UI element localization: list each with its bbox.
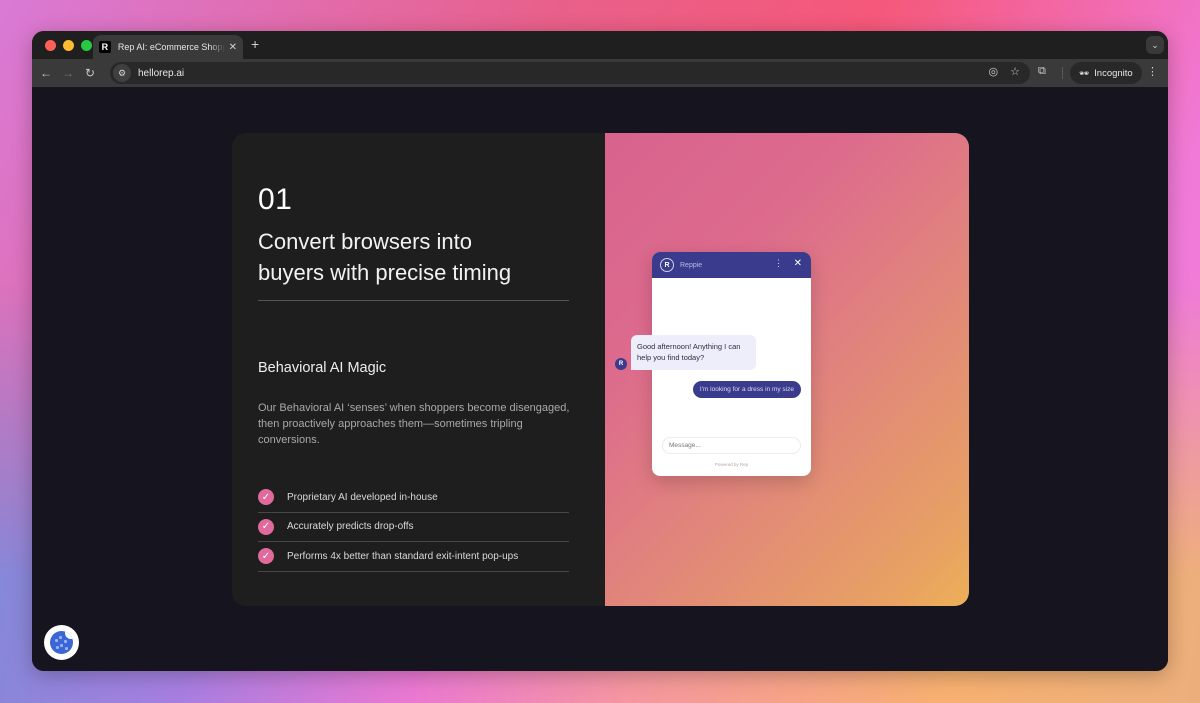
more-options-icon[interactable]: ⋮ bbox=[774, 258, 783, 269]
maximize-window-button[interactable] bbox=[81, 39, 92, 51]
close-window-button[interactable] bbox=[45, 39, 56, 51]
tab-search-button[interactable]: ⌄ bbox=[1146, 36, 1164, 54]
check-icon: ✓ bbox=[258, 548, 274, 565]
feature-headline: Convert browsers into buyers with precis… bbox=[258, 226, 569, 288]
browser-menu-icon[interactable]: ⋮ bbox=[1147, 65, 1158, 78]
feature-list: ✓ Proprietary AI developed in-house ✓ Ac… bbox=[258, 483, 569, 572]
chat-close-icon[interactable]: ✕ bbox=[794, 258, 802, 269]
address-bar-actions: ◎ ☆ bbox=[989, 65, 1020, 78]
url-text[interactable]: hellorep.ai bbox=[138, 68, 184, 79]
forward-button[interactable]: → bbox=[57, 66, 79, 80]
feature-subheading: Behavioral AI Magic bbox=[258, 360, 387, 376]
feature-label: Proprietary AI developed in-house bbox=[287, 491, 438, 503]
toolbar-divider bbox=[1062, 67, 1063, 79]
reload-button[interactable]: ↻ bbox=[79, 66, 101, 80]
cookie-icon bbox=[50, 631, 73, 654]
rep-favicon-icon: R bbox=[99, 41, 111, 53]
cookie-settings-button[interactable] bbox=[44, 625, 79, 660]
minimize-window-button[interactable] bbox=[63, 39, 74, 51]
chat-widget: R Reppie ⋮ ✕ R Good afternoon! Anything … bbox=[615, 252, 811, 476]
headline-line-1: Convert browsers into bbox=[258, 229, 472, 254]
user-message: I'm looking for a dress in my size bbox=[692, 381, 801, 398]
tab-close-icon[interactable]: ✕ bbox=[229, 42, 237, 53]
bot-avatar-icon: R bbox=[615, 358, 627, 370]
message-input[interactable] bbox=[662, 437, 801, 454]
bookmark-star-icon[interactable]: ☆ bbox=[1010, 65, 1020, 78]
tab-bar: R Rep AI: eCommerce Shopping Assistant ✕… bbox=[32, 31, 1168, 59]
address-bar[interactable]: ⚙ hellorep.ai ◎ ☆ bbox=[110, 62, 1030, 84]
site-info-icon[interactable]: ⚙ bbox=[113, 64, 131, 82]
check-icon: ✓ bbox=[258, 489, 274, 506]
browser-toolbar: ← → ↻ ⚙ hellorep.ai ◎ ☆ ⧉ 🕶 Incognito ⋮ bbox=[32, 59, 1168, 87]
feature-description: Our Behavioral AI ‘senses’ when shoppers… bbox=[258, 402, 570, 446]
incognito-label: Incognito bbox=[1094, 67, 1133, 79]
feature-list-item: ✓ Accurately predicts drop-offs bbox=[258, 513, 569, 542]
feature-text-panel: 01 Convert browsers into buyers with pre… bbox=[232, 133, 605, 606]
feature-list-item: ✓ Proprietary AI developed in-house bbox=[258, 483, 569, 513]
eye-off-icon[interactable]: ◎ bbox=[989, 65, 999, 78]
feature-number: 01 bbox=[258, 183, 293, 216]
feature-label: Accurately predicts drop-offs bbox=[287, 521, 414, 533]
powered-by-label: Powered by Rep bbox=[714, 462, 749, 467]
extensions-icon[interactable]: ⧉ bbox=[1038, 65, 1046, 78]
bot-message: Good afternoon! Anything I can help you … bbox=[631, 335, 756, 370]
check-icon: ✓ bbox=[258, 518, 274, 535]
feature-list-item: ✓ Performs 4x better than standard exit-… bbox=[258, 542, 569, 572]
incognito-badge[interactable]: 🕶 Incognito bbox=[1070, 62, 1142, 84]
tab-active[interactable]: R Rep AI: eCommerce Shopping Assistant ✕ bbox=[93, 35, 243, 59]
new-tab-button[interactable]: + bbox=[251, 36, 259, 52]
feature-card: 01 Convert browsers into buyers with pre… bbox=[232, 133, 969, 606]
bot-logo-icon: R bbox=[660, 258, 674, 272]
feature-visual-panel: R Reppie ⋮ ✕ R Good afternoon! Anything … bbox=[605, 133, 969, 606]
window-controls bbox=[45, 39, 92, 51]
tab-title: Rep AI: eCommerce Shopping Assistant bbox=[117, 42, 225, 52]
headline-divider bbox=[258, 300, 569, 301]
feature-label: Performs 4x better than standard exit-in… bbox=[287, 550, 519, 562]
back-button[interactable]: ← bbox=[35, 66, 57, 80]
browser-window: R Rep AI: eCommerce Shopping Assistant ✕… bbox=[32, 31, 1168, 671]
incognito-icon: 🕶 bbox=[1079, 68, 1090, 78]
headline-line-2: buyers with precise timing bbox=[258, 260, 512, 285]
chat-header: R Reppie ⋮ ✕ bbox=[652, 252, 811, 278]
page-content: 01 Convert browsers into buyers with pre… bbox=[32, 87, 1168, 671]
bot-name: Reppie bbox=[680, 261, 703, 269]
